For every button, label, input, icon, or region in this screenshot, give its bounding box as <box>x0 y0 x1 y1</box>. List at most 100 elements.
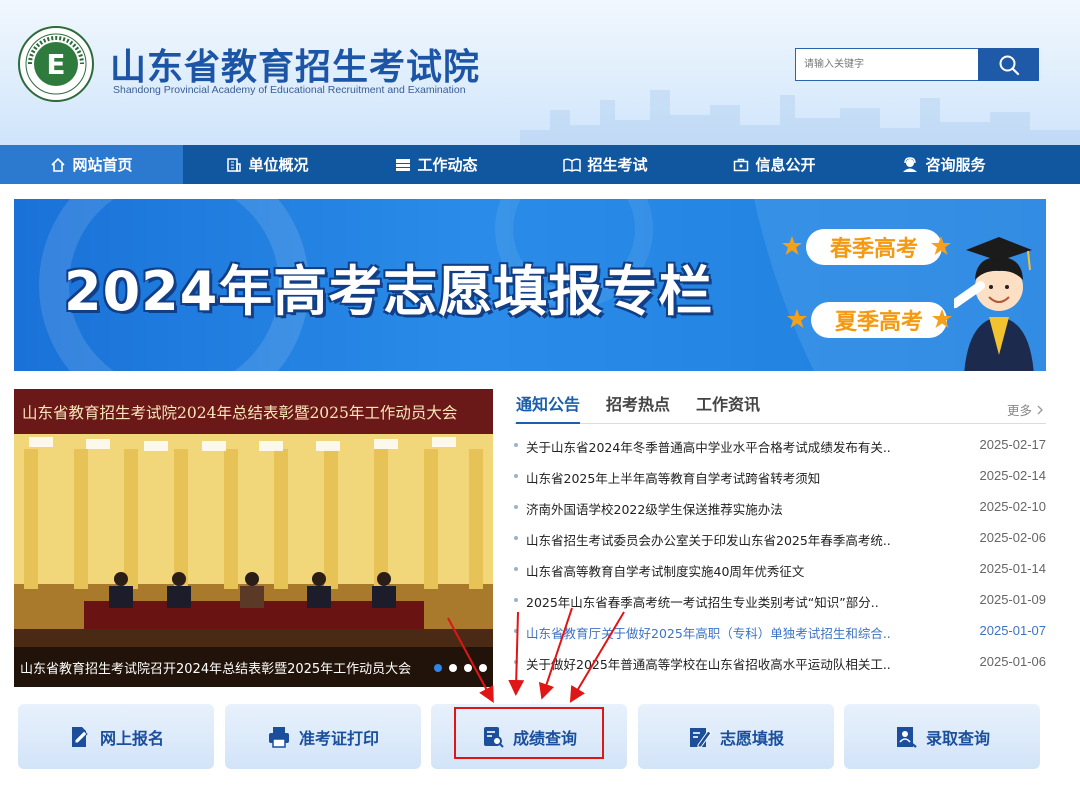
nav-item-label: 信息公开 <box>755 156 816 174</box>
list-item[interactable]: 济南外国语学校2022级学生保送推荐实施办法 2025-02-10 <box>514 499 1046 530</box>
quick-link-label: 网上报名 <box>99 728 164 748</box>
academy-logo[interactable]: E <box>18 26 94 102</box>
photo-caption[interactable]: 山东省教育招生考试院召开2024年总结表彰暨2025年工作动员大会 <box>14 647 493 687</box>
tab-work-news[interactable]: 工作资讯 <box>696 391 760 424</box>
online-registration-button[interactable]: 网上报名 <box>18 704 214 769</box>
nav-item-label: 咨询服务 <box>925 156 986 174</box>
list-item[interactable]: 2025年山东省春季高考统一考试招生专业类别考试“知识”部分.. 2025-01-… <box>514 592 1046 623</box>
bullet-icon <box>514 598 518 602</box>
star-icon <box>787 309 807 328</box>
admission-search-icon <box>896 726 917 748</box>
nav-item-label: 单位概况 <box>248 156 309 174</box>
news-title: 关于山东省2024年冬季普通高中学业水平合格考试成绩发布有关.. <box>526 440 891 455</box>
banner-title: 2024年高考志愿填报专栏 <box>64 260 714 323</box>
nav-item-home[interactable]: 网站首页 <box>0 145 183 184</box>
quick-link-label: 志愿填报 <box>719 728 784 748</box>
news-date: 2025-02-06 <box>979 530 1047 545</box>
star-icon <box>782 236 802 255</box>
tab-notices[interactable]: 通知公告 <box>516 391 581 424</box>
printer-icon <box>268 726 289 748</box>
carousel-dot-1[interactable] <box>434 664 442 672</box>
news-date: 2025-01-09 <box>979 592 1047 607</box>
carousel-dot-4[interactable] <box>479 664 487 672</box>
bullet-icon <box>514 474 518 478</box>
site-header: E 山东省教育招生考试院 Shandong Provincial Academy… <box>0 0 1080 145</box>
spring-gaokao-tag[interactable]: 春季高考 <box>806 229 942 265</box>
register-icon <box>71 726 88 747</box>
gaokao-banner[interactable]: 2024年高考志愿填报专栏 春季高考 夏季高考 <box>14 199 1046 371</box>
news-title: 2025年山东省春季高考统一考试招生专业类别考试“知识”部分.. <box>526 595 879 610</box>
news-date: 2025-02-17 <box>979 437 1047 452</box>
briefcase-icon <box>734 158 749 171</box>
main-nav: 网站首页 单位概况 工作动态 招生考试 信息公开 咨询服务 <box>0 145 1080 184</box>
search-input[interactable] <box>795 48 979 81</box>
news-title: 关于做好2025年普通高等学校在山东省招收高水平运动队相关工.. <box>526 657 891 672</box>
bullet-icon <box>514 629 518 633</box>
carousel-dots <box>434 664 487 672</box>
site-subtitle: Shandong Provincial Academy of Education… <box>113 84 466 96</box>
news-title: 山东省高等教育自学考试制度实施40周年优秀征文 <box>526 564 805 579</box>
admission-ticket-print-button[interactable]: 准考证打印 <box>225 704 421 769</box>
search-icon <box>999 55 1019 75</box>
nav-item-consulting[interactable]: 咨询服务 <box>859 145 1028 184</box>
news-title: 山东省招生考试委员会办公室关于印发山东省2025年春季高考统.. <box>526 533 891 548</box>
tab-admission-hot[interactable]: 招考热点 <box>606 391 670 424</box>
skyline-decoration <box>520 90 1080 145</box>
news-list: 关于山东省2024年冬季普通高中学业水平合格考试成绩发布有关.. 2025-02-… <box>514 437 1046 685</box>
user-service-icon <box>903 156 918 172</box>
list-item-highlighted[interactable]: 山东省教育厅关于做好2025年高职（专科）单独考试招生和综合.. 2025-01-… <box>514 623 1046 654</box>
search-button[interactable] <box>978 48 1039 81</box>
nav-item-label: 招生考试 <box>587 156 648 174</box>
news-date: 2025-02-10 <box>979 499 1047 514</box>
volunteer-application-button[interactable]: 志愿填报 <box>638 704 834 769</box>
photo-banner-text: 山东省教育招生考试院2024年总结表彰暨2025年工作动员大会 <box>14 389 493 434</box>
home-icon <box>51 157 66 172</box>
list-item[interactable]: 山东省招生考试委员会办公室关于印发山东省2025年春季高考统.. 2025-02-… <box>514 530 1046 561</box>
list-item[interactable]: 关于山东省2024年冬季普通高中学业水平合格考试成绩发布有关.. 2025-02-… <box>514 437 1046 468</box>
news-date: 2025-01-14 <box>979 561 1047 576</box>
page: E 山东省教育招生考试院 Shandong Provincial Academy… <box>0 0 1080 788</box>
carousel-dot-3[interactable] <box>464 664 472 672</box>
quick-link-label: 录取查询 <box>925 728 990 748</box>
building-icon <box>227 157 242 172</box>
nav-item-overview[interactable]: 单位概况 <box>183 145 352 184</box>
carousel-dot-2[interactable] <box>449 664 457 672</box>
star-icon <box>932 309 952 328</box>
more-label: 更多 <box>1007 403 1033 418</box>
news-date: 2025-02-14 <box>979 468 1047 483</box>
news-tabs: 通知公告 招考热点 工作资讯 更多 <box>514 391 1046 424</box>
news-title: 山东省教育厅关于做好2025年高职（专科）单独考试招生和综合.. <box>526 626 891 641</box>
bullet-icon <box>514 536 518 540</box>
news-photo-carousel[interactable]: 山东省教育招生考试院2024年总结表彰暨2025年工作动员大会 山东省教育招生考… <box>14 389 493 687</box>
book-icon <box>563 157 582 172</box>
graduate-student-illustration <box>954 237 1034 371</box>
chevron-right-icon <box>1037 405 1043 415</box>
news-date: 2025-01-07 <box>979 623 1047 638</box>
summer-gaokao-tag[interactable]: 夏季高考 <box>811 302 947 338</box>
nav-item-label: 网站首页 <box>72 156 133 174</box>
list-item[interactable]: 关于做好2025年普通高等学校在山东省招收高水平运动队相关工.. 2025-01-… <box>514 654 1046 685</box>
site-title[interactable]: 山东省教育招生考试院 <box>110 38 480 90</box>
form-edit-icon <box>689 727 712 747</box>
nav-item-info-public[interactable]: 信息公开 <box>690 145 859 184</box>
bullet-icon <box>514 660 518 664</box>
bullet-icon <box>514 443 518 447</box>
more-link[interactable]: 更多 <box>1007 400 1044 419</box>
admission-query-button[interactable]: 录取查询 <box>844 704 1040 769</box>
news-date: 2025-01-06 <box>979 654 1047 669</box>
svg-text:E: E <box>46 48 65 81</box>
annotation-highlight-box <box>454 707 604 759</box>
list-item[interactable]: 山东省高等教育自学考试制度实施40周年优秀征文 2025-01-14 <box>514 561 1046 592</box>
news-icon <box>396 158 411 171</box>
news-title: 济南外国语学校2022级学生保送推荐实施办法 <box>526 502 783 517</box>
nav-item-exams[interactable]: 招生考试 <box>521 145 690 184</box>
nav-item-work-news[interactable]: 工作动态 <box>352 145 521 184</box>
news-title: 山东省2025年上半年高等教育自学考试跨省转考须知 <box>526 471 821 486</box>
bullet-icon <box>514 505 518 509</box>
nav-item-label: 工作动态 <box>417 156 478 174</box>
quick-link-label: 准考证打印 <box>298 728 379 748</box>
star-icon <box>931 236 951 255</box>
list-item[interactable]: 山东省2025年上半年高等教育自学考试跨省转考须知 2025-02-14 <box>514 468 1046 499</box>
bullet-icon <box>514 567 518 571</box>
